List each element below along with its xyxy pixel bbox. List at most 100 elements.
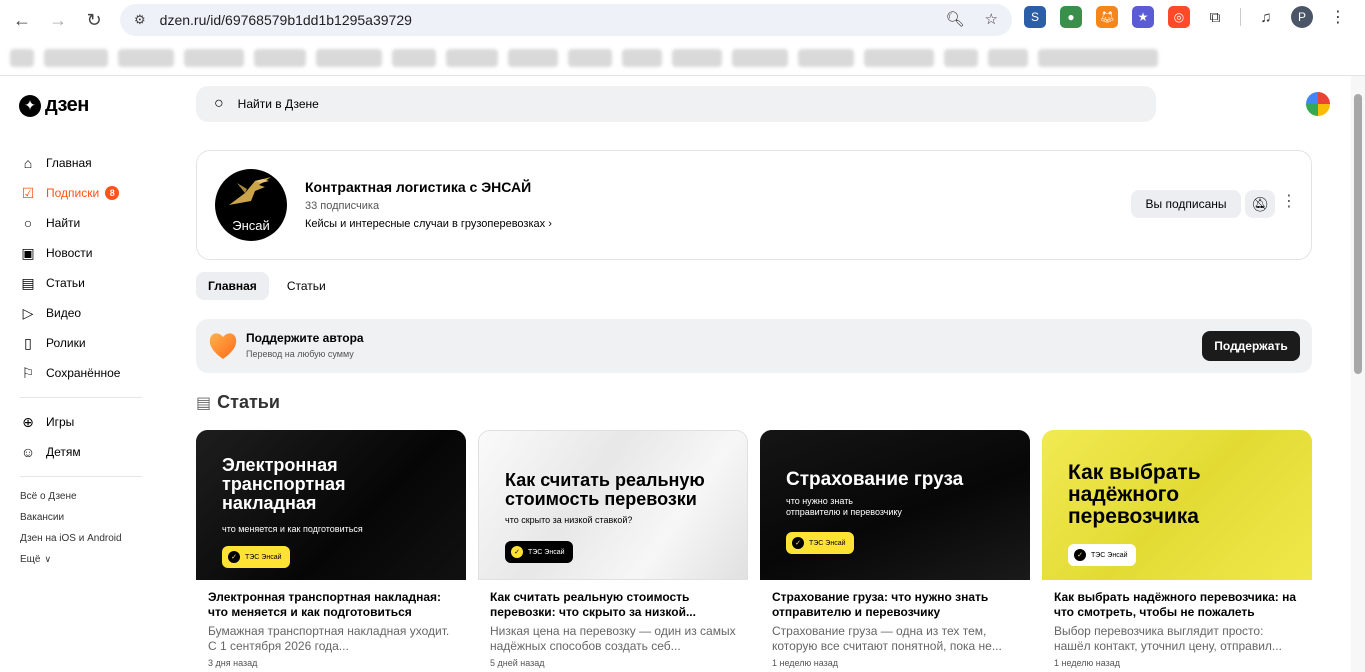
- brand-pill: ✓ ТЭС Энсай: [505, 541, 573, 563]
- media-control-icon[interactable]: ♫: [1255, 6, 1277, 28]
- user-avatar[interactable]: [1306, 92, 1330, 116]
- tab-articles[interactable]: Статьи: [275, 272, 338, 300]
- sidebar-item-news[interactable]: ▣ Новости: [20, 238, 142, 268]
- sidebar-item-kids[interactable]: ☺ Детям: [20, 437, 142, 467]
- bookmarks-bar: [0, 40, 1365, 76]
- sidebar-item-search[interactable]: ○ Найти: [20, 208, 142, 238]
- dzen-logo[interactable]: ✦ дзен: [19, 94, 89, 117]
- reload-icon[interactable]: ↻: [76, 2, 112, 38]
- more-options-icon[interactable]: ⋮: [1281, 191, 1297, 219]
- page-scrollbar[interactable]: [1351, 76, 1365, 672]
- subscribed-button[interactable]: Вы подписаны: [1131, 190, 1241, 218]
- footer-link-apps[interactable]: Дзен на iOS и Android: [20, 528, 142, 549]
- brand-pill: ✓ ТЭС Энсай: [786, 532, 854, 554]
- hummingbird-logo: [229, 177, 271, 205]
- tab-main[interactable]: Главная: [196, 272, 269, 300]
- articles-icon: ▤: [21, 274, 35, 291]
- shield-icon[interactable]: ★: [1132, 6, 1154, 28]
- footer-link-about[interactable]: Всё о Дзене: [20, 486, 142, 507]
- article-card[interactable]: Электронная транспортная накладная что м…: [196, 430, 466, 668]
- article-description: Страхование груза — одна из тех тем, кот…: [772, 624, 1002, 653]
- metamask-icon[interactable]: 🦊︎: [1096, 6, 1118, 28]
- subscriptions-badge: 8: [105, 186, 120, 200]
- sidebar-item-articles[interactable]: ▤ Статьи: [20, 268, 142, 298]
- article-description: Бумажная транспортная накладная уходит. …: [208, 624, 450, 653]
- extension-icon[interactable]: S: [1024, 6, 1046, 28]
- sidebar-item-subscriptions[interactable]: ☑ Подписки 8: [20, 178, 142, 208]
- sidebar-divider: [20, 397, 142, 398]
- bookmark-icon: ⚐: [21, 364, 35, 381]
- support-button[interactable]: Поддержать: [1202, 331, 1300, 361]
- article-time: 5 дней назад: [490, 658, 545, 668]
- sidebar-item-clips[interactable]: ▯ Ролики: [20, 328, 142, 358]
- back-icon[interactable]: ←: [4, 2, 40, 38]
- channel-avatar[interactable]: Энсай: [215, 169, 287, 241]
- article-title: Как считать реальную стоимость перевозки…: [490, 590, 696, 619]
- scrollbar-thumb[interactable]: [1354, 94, 1362, 374]
- thumb-subtitle: что нужно знать отправителю и перевозчик…: [786, 496, 902, 517]
- thumb-title: Страхование груза: [786, 469, 964, 490]
- browser-toolbar: ← → ↻ ⚙ dzen.ru/id/69768579b1dd1b1295a39…: [0, 0, 1365, 40]
- article-title: Электронная транспортная накладная: что …: [208, 590, 442, 619]
- profile-avatar[interactable]: P: [1291, 6, 1313, 28]
- thumb-subtitle: что скрыто за низкой ставкой?: [505, 515, 633, 525]
- article-thumbnail: Электронная транспортная накладная что м…: [196, 430, 466, 580]
- channel-description[interactable]: Кейсы и интересные случаи в грузоперевоз…: [305, 218, 552, 230]
- article-time: 1 неделю назад: [772, 658, 839, 668]
- article-thumbnail: Как считать реальную стоимость перевозки…: [478, 430, 748, 580]
- search-input[interactable]: [237, 97, 838, 111]
- zoom-icon[interactable]: 🔍︎: [946, 10, 965, 28]
- extensions-puzzle-icon[interactable]: ⧉: [1204, 6, 1226, 28]
- search-bar[interactable]: ○: [196, 86, 1156, 122]
- dzen-star-icon: ✦: [19, 94, 41, 117]
- article-description: Низкая цена на перевозку — один из самых…: [490, 624, 736, 653]
- brand-logo-icon: ✓: [228, 551, 240, 563]
- article-thumbnail: Как выбрать надёжного перевозчика ✓ ТЭС …: [1042, 430, 1312, 580]
- address-bar[interactable]: ⚙ dzen.ru/id/69768579b1dd1b1295a39729 🔍︎…: [120, 4, 1012, 36]
- article-card[interactable]: Страхование груза что нужно знать отправ…: [760, 430, 1030, 668]
- support-subtitle: Перевод на любую сумму: [246, 349, 354, 359]
- bookmark-star-icon[interactable]: ☆: [985, 10, 998, 28]
- article-card[interactable]: Как считать реальную стоимость перевозки…: [478, 430, 748, 668]
- brand-logo-icon: ✓: [792, 537, 804, 549]
- support-author-block: Поддержите автора Перевод на любую сумму…: [196, 319, 1312, 373]
- support-title: Поддержите автора: [246, 331, 364, 345]
- heart-icon: [209, 333, 237, 359]
- footer-link-vacancies[interactable]: Вакансии: [20, 507, 142, 528]
- brand-logo-icon: ✓: [1074, 549, 1086, 561]
- channel-header: Энсай Контрактная логистика с ЭНСАЙ 33 п…: [196, 150, 1312, 260]
- articles-grid: Электронная транспортная накладная что м…: [196, 430, 1312, 668]
- video-icon: ▷: [22, 304, 34, 321]
- footer-link-more[interactable]: Ещё ∨: [20, 549, 142, 570]
- chevron-down-icon: ∨: [44, 554, 52, 564]
- articles-section-title: ▤ Статьи: [196, 392, 280, 412]
- brand-pill: ✓ ТЭС Энсай: [1068, 544, 1136, 566]
- url-text: dzen.ru/id/69768579b1dd1b1295a39729: [159, 12, 412, 28]
- menu-kebab-icon[interactable]: ⋮: [1327, 6, 1349, 28]
- article-thumbnail: Страхование груза что нужно знать отправ…: [760, 430, 1030, 580]
- channel-title[interactable]: Контрактная логистика с ЭНСАЙ: [305, 179, 531, 195]
- dzen-page: ✦ дзен ○ ⌂ Главная ☑ Подписки 8 ○ Найти …: [0, 76, 1365, 672]
- sidebar-item-saved[interactable]: ⚐ Сохранённое: [20, 358, 142, 388]
- kids-icon: ☺: [20, 444, 36, 460]
- article-title: Как выбрать надёжного перевозчика: на чт…: [1054, 590, 1297, 619]
- channel-subscribers: 33 подписчика: [305, 200, 380, 212]
- brand-pill: ✓ ТЭС Энсай: [222, 546, 290, 568]
- news-icon: ▣: [21, 244, 35, 261]
- thumb-title: Как выбрать надёжного перевозчика: [1068, 461, 1201, 529]
- bell-off-icon[interactable]: 🔕︎: [1245, 190, 1275, 218]
- article-description: Выбор перевозчика выглядит просто: нашёл…: [1054, 624, 1282, 653]
- article-title: Страхование груза: что нужно знать отпра…: [772, 590, 989, 619]
- article-time: 3 дня назад: [208, 658, 258, 668]
- sidebar-divider: [20, 476, 142, 477]
- record-icon[interactable]: ◎: [1168, 6, 1190, 28]
- article-card[interactable]: Как выбрать надёжного перевозчика ✓ ТЭС …: [1042, 430, 1312, 668]
- sidebar-item-video[interactable]: ▷ Видео: [20, 298, 142, 328]
- sidebar-item-games[interactable]: ⊕ Игры: [20, 407, 142, 437]
- sidebar-item-home[interactable]: ⌂ Главная: [20, 148, 142, 178]
- extension-icon[interactable]: ●: [1060, 6, 1082, 28]
- clips-icon: ▯: [24, 334, 32, 351]
- subscriptions-icon: ☑: [21, 184, 35, 201]
- forward-icon[interactable]: →: [40, 2, 76, 38]
- site-settings-icon[interactable]: ⚙: [134, 12, 146, 28]
